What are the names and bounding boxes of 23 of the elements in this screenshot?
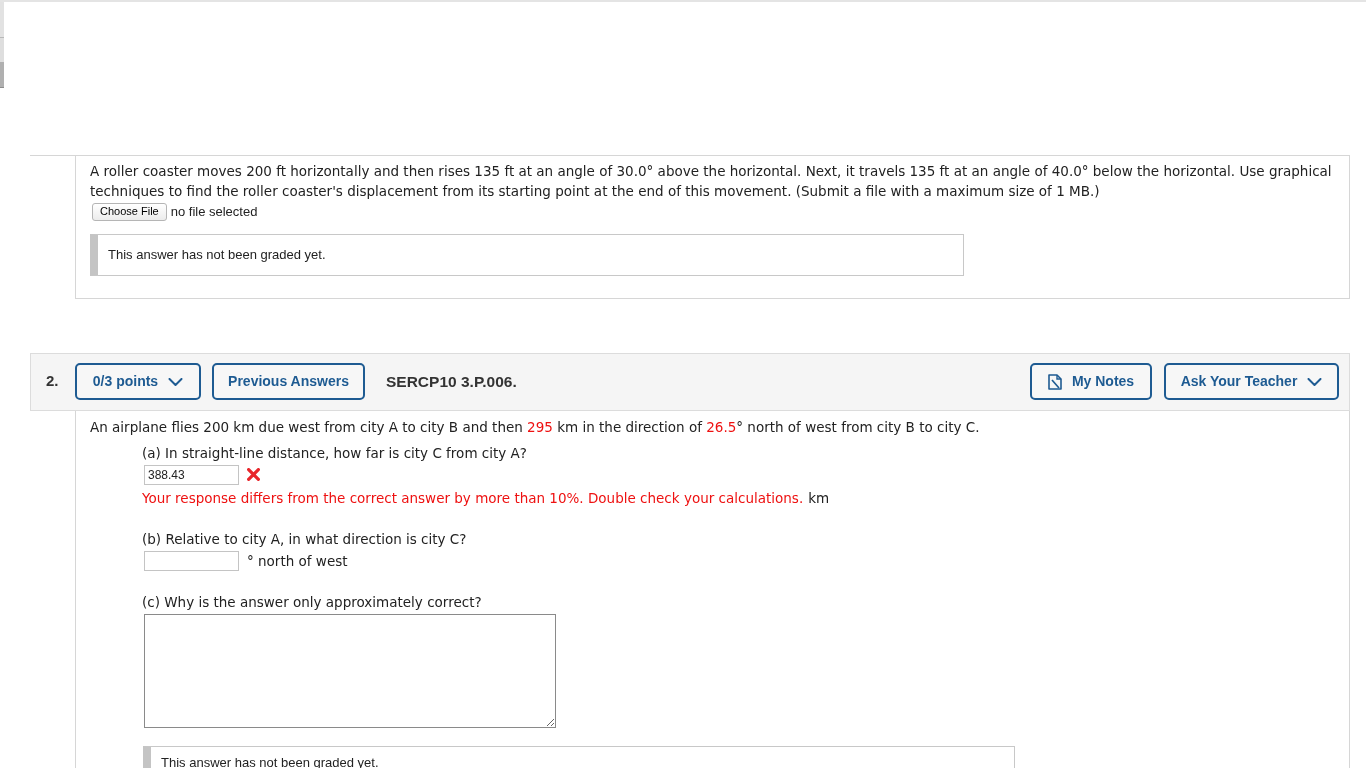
answer-field[interactable] bbox=[144, 550, 239, 571]
ask-teacher-button[interactable]: Ask Your Teacher bbox=[1164, 363, 1339, 400]
answer-field[interactable]: 388.43 bbox=[144, 464, 239, 485]
grading-note: This answer has not been graded yet. bbox=[90, 233, 964, 276]
my-notes-button[interactable]: My Notes bbox=[1030, 363, 1152, 400]
question-text: An airplane flies 200 km due west from city A to city B and then 295 km in the direction of 26.5° north of west from city B to city C. bbox=[90, 417, 981, 437]
feedback-text: Your response differs from the correct answer by more than 10%. Double check your calculations. bbox=[142, 488, 804, 508]
file-status-text: no file selected bbox=[170, 203, 258, 221]
previous-answers-button[interactable]: Previous Answers bbox=[212, 363, 365, 400]
question-code: SERCP10 3.P.006. bbox=[386, 371, 517, 392]
question-number: 2. bbox=[46, 371, 60, 392]
answer-box[interactable] bbox=[144, 613, 556, 728]
note-pencil-icon bbox=[1047, 373, 1062, 390]
part-question: (c) Why is the answer only approximately correct? bbox=[142, 592, 483, 612]
part-question: (a) In straight-line distance, how far is city C from city A? bbox=[142, 443, 528, 463]
points-button[interactable]: 0/3 points bbox=[75, 363, 201, 400]
unit-label: km bbox=[808, 488, 830, 508]
chevron-down-icon bbox=[168, 377, 184, 386]
question-text: A roller coaster moves 200 ft horizontally and then rises 135 ft at an angle of 30.0° above the horizontal. Next, it travels 135 ft at an angle of 40.0° below the horizontal. Use graphical techniques to find the roller coaster's displacement from its starting point at the end of this movement. (Submit a file with a maximum size of 1 MB.) bbox=[90, 162, 1333, 201]
chevron-down-icon bbox=[1307, 377, 1323, 386]
part-question: (b) Relative to city A, in what direction is city C? bbox=[142, 529, 468, 549]
unit-label: ° north of west bbox=[247, 551, 348, 571]
choose-file-button[interactable]: Choose File bbox=[92, 202, 167, 221]
